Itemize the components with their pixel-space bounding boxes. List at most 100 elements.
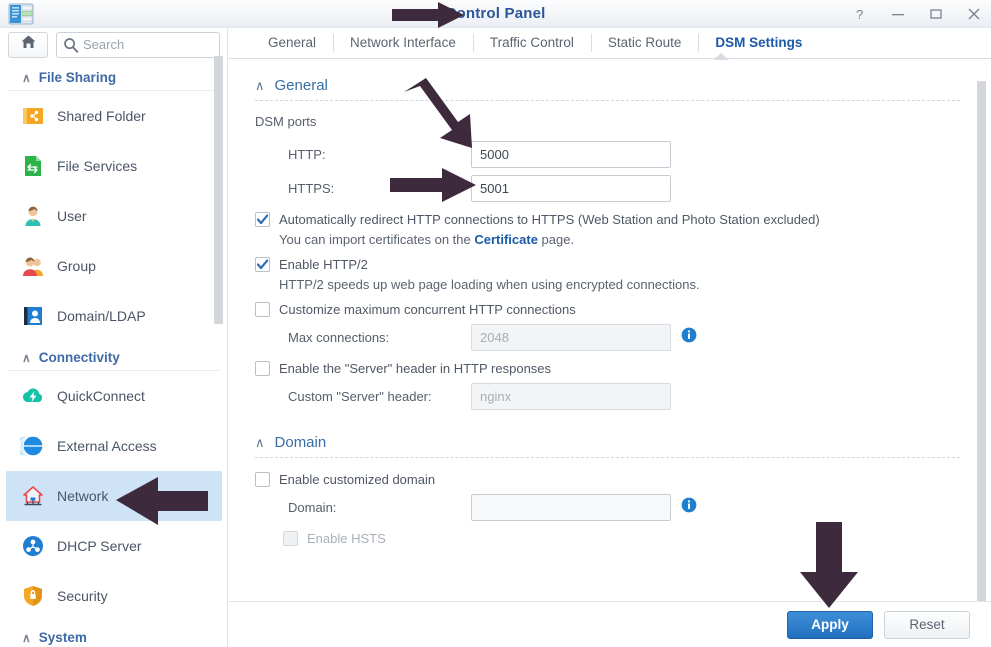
user-icon (20, 203, 46, 229)
window-title: Control Panel (445, 5, 546, 22)
search-icon (63, 37, 79, 59)
window-titlebar: Control Panel ? (0, 0, 991, 28)
sidebar-group-header-connectivity[interactable]: ∧ Connectivity (8, 347, 220, 371)
https-port-row: HTTPS: 5001 (255, 173, 974, 204)
http-port-row: HTTP: 5000 (255, 139, 974, 170)
https-port-input[interactable]: 5001 (471, 175, 671, 202)
sidebar-item-shared-folder[interactable]: Shared Folder (6, 91, 222, 141)
settings-panel: ∧ General DSM ports HTTP: 5000 HTTPS: 50… (229, 59, 991, 629)
enable-hsts-label: Enable HSTS (307, 531, 386, 546)
group-icon (20, 253, 46, 279)
control-panel-window: Control Panel ? Search ∧ File Sharing Sh… (0, 0, 991, 647)
dsm-ports-label: DSM ports (255, 114, 317, 129)
active-tab-pointer (713, 53, 729, 60)
enable-customized-domain-label: Enable customized domain (279, 472, 436, 487)
close-button[interactable] (965, 5, 983, 23)
sidebar-scroll-area: ∧ File Sharing Shared Folder File Servic… (0, 61, 227, 647)
max-connections-row[interactable]: Customize maximum concurrent HTTP connec… (255, 301, 974, 318)
window-controls: ? (851, 0, 983, 28)
sidebar-item-label: Network (57, 488, 109, 504)
sidebar-item-quickconnect[interactable]: QuickConnect (6, 371, 222, 421)
search-placeholder: Search (83, 37, 125, 52)
enable-customized-domain-checkbox[interactable] (255, 472, 270, 487)
enable-hsts-row: Enable HSTS (283, 530, 974, 547)
max-connections-checkbox[interactable] (255, 302, 270, 317)
chevron-up-icon: ∧ (22, 350, 31, 365)
chevron-up-icon: ∧ (22, 630, 31, 645)
footer-bar: Apply Reset (229, 601, 991, 647)
sidebar-item-dhcp-server[interactable]: DHCP Server (6, 521, 222, 571)
certificate-hint-before: You can import certificates on the (279, 232, 475, 247)
tab-general[interactable]: General (251, 28, 333, 58)
max-connections-field-label: Max connections: (288, 330, 390, 345)
sidebar-item-network[interactable]: Network (6, 471, 222, 521)
redirect-https-checkbox[interactable] (255, 212, 270, 227)
panel-scrollbar[interactable] (977, 81, 986, 624)
sidebar-group-connectivity: ∧ Connectivity QuickConnect External Acc… (0, 347, 227, 621)
redirect-https-label: Automatically redirect HTTP connections … (279, 212, 820, 227)
redirect-https-row[interactable]: Automatically redirect HTTP connections … (255, 211, 974, 228)
section-header-general[interactable]: ∧ General (255, 77, 974, 100)
help-button[interactable]: ? (851, 5, 869, 23)
dhcp-server-icon (20, 533, 46, 559)
certificate-link[interactable]: Certificate (474, 232, 538, 247)
home-icon (20, 34, 37, 55)
custom-server-header-input[interactable]: nginx (471, 383, 671, 410)
sidebar-group-title: Connectivity (38, 350, 120, 365)
sidebar-item-domain-ldap[interactable]: Domain/LDAP (6, 291, 222, 341)
tab-traffic-control[interactable]: Traffic Control (472, 28, 591, 58)
sidebar-item-label: Shared Folder (57, 108, 146, 124)
network-icon (20, 483, 46, 509)
apply-button[interactable]: Apply (787, 610, 873, 639)
sidebar-item-label: User (57, 208, 87, 224)
http2-label: Enable HTTP/2 (279, 257, 368, 272)
info-icon[interactable] (681, 327, 697, 348)
section-header-domain[interactable]: ∧ Domain (255, 434, 974, 457)
chevron-up-icon: ∧ (255, 77, 265, 93)
server-header-label: Enable the "Server" header in HTTP respo… (279, 361, 552, 376)
sidebar-item-label: QuickConnect (57, 388, 145, 404)
max-connections-field-row: Max connections: 2048 (255, 322, 974, 353)
http2-checkbox[interactable] (255, 257, 270, 272)
sidebar-item-group[interactable]: Group (6, 241, 222, 291)
sidebar-item-security[interactable]: Security (6, 571, 222, 621)
domain-input[interactable] (471, 494, 671, 521)
server-header-checkbox[interactable] (255, 361, 270, 376)
sidebar-item-label: Group (57, 258, 96, 274)
search-input[interactable]: Search (56, 31, 220, 59)
max-connections-input[interactable]: 2048 (471, 324, 671, 351)
shield-icon (20, 583, 46, 609)
http-port-input[interactable]: 5000 (471, 141, 671, 168)
home-button[interactable] (8, 31, 48, 58)
tab-static-route[interactable]: Static Route (590, 28, 699, 58)
sidebar-scrollbar[interactable] (214, 56, 223, 324)
sidebar-group-header-file-sharing[interactable]: ∧ File Sharing (8, 67, 220, 91)
sidebar-group-system: ∧ System (0, 627, 227, 647)
reset-button[interactable]: Reset (884, 610, 970, 639)
server-header-row[interactable]: Enable the "Server" header in HTTP respo… (255, 360, 974, 377)
sidebar-group-title: System (38, 630, 87, 645)
sidebar-item-user[interactable]: User (6, 191, 222, 241)
sidebar-item-label: File Services (57, 158, 138, 174)
enable-customized-domain-row[interactable]: Enable customized domain (255, 471, 974, 488)
minimize-button[interactable] (889, 5, 907, 23)
custom-server-header-row: Custom "Server" header: nginx (255, 381, 974, 412)
enable-hsts-checkbox (283, 531, 298, 546)
sidebar-item-label: Security (57, 588, 108, 604)
sidebar-item-external-access[interactable]: External Access (6, 421, 222, 471)
custom-server-header-label: Custom "Server" header: (288, 389, 432, 404)
sidebar-item-file-services[interactable]: File Services (6, 141, 222, 191)
info-icon[interactable] (681, 497, 697, 518)
http2-hint: HTTP/2 speeds up web page loading when u… (279, 277, 700, 292)
domain-field-row: Domain: (255, 492, 974, 523)
sidebar-item-label: DHCP Server (57, 538, 142, 554)
tab-network-interface[interactable]: Network Interface (333, 28, 473, 58)
file-services-icon (20, 153, 46, 179)
quickconnect-icon (20, 383, 46, 409)
http2-row[interactable]: Enable HTTP/2 (255, 256, 974, 273)
maximize-button[interactable] (927, 5, 945, 23)
svg-text:?: ? (856, 7, 863, 21)
sidebar-group-header-system[interactable]: ∧ System (8, 627, 220, 647)
certificate-hint-after: page. (537, 232, 575, 247)
sidebar-item-label: External Access (57, 438, 157, 454)
